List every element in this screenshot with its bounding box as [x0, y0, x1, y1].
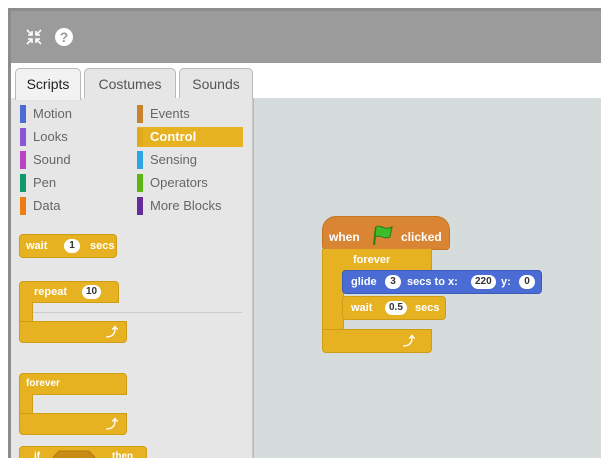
- wait-seconds-input[interactable]: 1: [64, 239, 80, 253]
- category-label: Pen: [33, 175, 57, 190]
- category-pen[interactable]: Pen: [20, 173, 120, 193]
- block-palette: Motion Looks Sound Pen Data Events Contr…: [11, 98, 253, 458]
- when-label: when: [329, 230, 360, 244]
- forever-label: forever: [353, 254, 391, 266]
- loop-arrow-icon: ⤴: [106, 417, 119, 431]
- repeat-arm: [19, 302, 33, 322]
- tab-sounds[interactable]: Sounds: [179, 68, 253, 98]
- pen-color-swatch: [20, 174, 26, 192]
- shrink-icon[interactable]: [23, 26, 45, 48]
- script-area[interactable]: when clicked forever ⤴ glide 3 secs to x…: [253, 98, 601, 458]
- glide-label: glide: [351, 276, 377, 288]
- category-label: Operators: [150, 175, 208, 190]
- palette-wait-block[interactable]: wait 1 secs: [19, 234, 117, 258]
- wait-seconds-input[interactable]: 0.5: [385, 301, 407, 315]
- palette-if-block[interactable]: if then: [19, 446, 147, 458]
- category-label: Motion: [33, 106, 73, 121]
- tab-costumes[interactable]: Costumes: [84, 68, 176, 98]
- forever-arm: [322, 270, 344, 330]
- sound-color-swatch: [20, 151, 26, 169]
- wait-unit-label: secs: [90, 240, 115, 252]
- top-bar: ?: [11, 11, 601, 63]
- forever-arm: [19, 394, 33, 414]
- events-color-swatch: [137, 105, 143, 123]
- forever-label: forever: [26, 378, 60, 389]
- category-label: Looks: [33, 129, 68, 144]
- tab-bar: Scripts Costumes Sounds: [11, 63, 601, 100]
- category-label: Sensing: [150, 152, 197, 167]
- more-blocks-color-swatch: [137, 197, 143, 215]
- category-more-blocks[interactable]: More Blocks: [137, 196, 243, 216]
- glide-seconds-input[interactable]: 3: [385, 275, 401, 289]
- glide-block[interactable]: glide 3 secs to x: 220 y: 0: [342, 270, 542, 294]
- glide-secs-to-x-label: secs to x:: [407, 276, 458, 288]
- forever-bottom: ⤴: [19, 413, 127, 435]
- category-label: Data: [33, 198, 61, 213]
- category-events[interactable]: Events: [137, 104, 243, 124]
- control-color-swatch: [137, 128, 143, 146]
- script-wait-block[interactable]: wait 0.5 secs: [342, 296, 446, 320]
- category-looks[interactable]: Looks: [20, 127, 120, 147]
- glide-y-input[interactable]: 0: [519, 275, 535, 289]
- repeat-label: repeat: [34, 286, 68, 298]
- help-icon[interactable]: ?: [53, 26, 75, 48]
- category-control[interactable]: Control: [137, 127, 243, 147]
- glide-y-label: y:: [501, 276, 511, 288]
- svg-text:?: ?: [60, 29, 69, 45]
- boolean-slot-icon[interactable]: [52, 450, 96, 458]
- glide-x-input[interactable]: 220: [471, 275, 496, 289]
- category-label: More Blocks: [150, 198, 222, 213]
- wait-label: wait: [351, 302, 373, 314]
- if-label: if: [34, 451, 41, 458]
- category-label: Control: [150, 129, 197, 144]
- category-label: Events: [150, 106, 190, 121]
- operators-color-swatch: [137, 174, 143, 192]
- repeat-top: repeat 10: [19, 281, 119, 303]
- forever-top: forever: [19, 373, 127, 395]
- repeat-bottom: ⤴: [19, 321, 127, 343]
- category-sound[interactable]: Sound: [20, 150, 120, 170]
- when-flag-clicked-block[interactable]: when clicked: [322, 216, 450, 250]
- looks-color-swatch: [20, 128, 26, 146]
- loop-arrow-icon: ⤴: [403, 334, 416, 348]
- category-operators[interactable]: Operators: [137, 173, 243, 193]
- then-label: then: [112, 451, 134, 458]
- category-label: Sound: [33, 152, 71, 167]
- category-motion[interactable]: Motion: [20, 104, 120, 124]
- repeat-count-input[interactable]: 10: [82, 285, 102, 299]
- green-flag-icon: [373, 225, 393, 246]
- motion-color-swatch: [20, 105, 26, 123]
- scratch-editor: ? Scripts Costumes Sounds Motion Looks S…: [8, 8, 601, 458]
- sensing-color-swatch: [137, 151, 143, 169]
- wait-label: wait: [26, 240, 48, 252]
- loop-arrow-icon: ⤴: [106, 325, 119, 339]
- forever-top: forever: [322, 249, 432, 271]
- wait-unit-label: secs: [415, 302, 440, 314]
- tab-scripts[interactable]: Scripts: [15, 68, 81, 100]
- palette-divider: [20, 312, 242, 313]
- clicked-label: clicked: [401, 230, 442, 244]
- data-color-swatch: [20, 197, 26, 215]
- category-sensing[interactable]: Sensing: [137, 150, 243, 170]
- forever-bottom: ⤴: [322, 329, 432, 353]
- category-data[interactable]: Data: [20, 196, 120, 216]
